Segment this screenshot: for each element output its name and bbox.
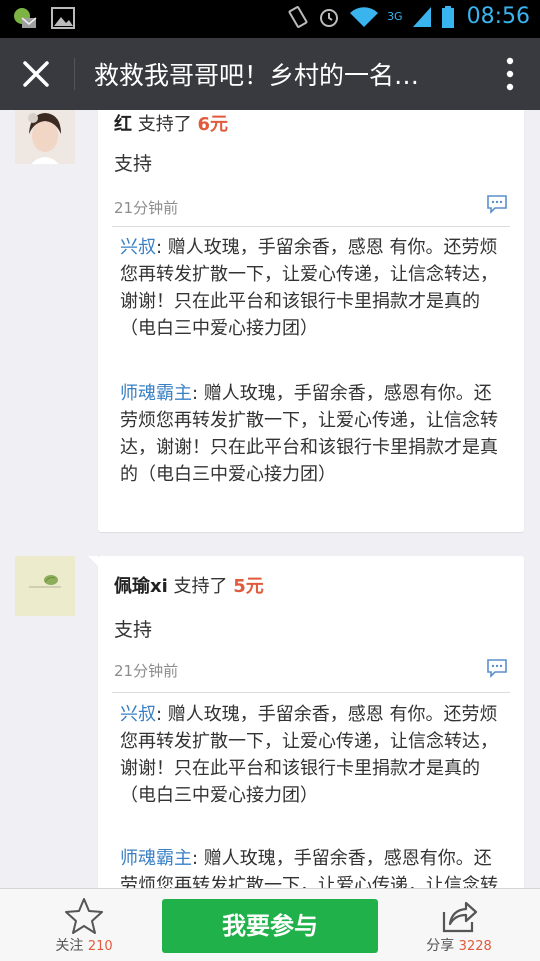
bottom-action-bar: 关注 210 我要参与 分享 3228	[0, 888, 540, 961]
reply-text: : 赠人玫瑰，手留余香，感恩 有你。还劳烦您再转发扩散一下，让爱心传递，让信念转…	[120, 237, 498, 339]
reply-item: 兴叔: 赠人玫瑰，手留余香，感恩 有你。还劳烦您再转发扩散一下，让爱心传递，让信…	[120, 701, 508, 809]
reply-divider	[112, 226, 510, 227]
support-action: 支持了	[167, 576, 234, 597]
alarm-icon	[320, 8, 339, 27]
donor-avatar[interactable]	[15, 556, 75, 616]
follow-button[interactable]: 关注 210	[44, 895, 124, 957]
donation-message: 支持	[114, 619, 153, 641]
comment-icon[interactable]	[486, 658, 508, 678]
follow-label: 关注 210	[44, 935, 124, 955]
wifi-icon	[350, 6, 379, 27]
join-button[interactable]: 我要参与	[162, 899, 378, 953]
comment-icon[interactable]	[486, 194, 508, 214]
donation-amount: 5元	[233, 576, 264, 597]
supporter-line: 佩瑜xi 支持了 5元	[114, 572, 264, 598]
share-label: 分享 3228	[416, 935, 502, 955]
reply-author[interactable]: 兴叔	[120, 704, 156, 725]
reply-item: 兴叔: 赠人玫瑰，手留余香，感恩 有你。还劳烦您再转发扩散一下，让爱心传递，让信…	[120, 234, 508, 342]
donation-amount: 6元	[197, 114, 228, 135]
reply-author[interactable]: 兴叔	[120, 237, 156, 258]
donor-name[interactable]: 佩瑜xi	[114, 576, 168, 597]
support-action: 支持了	[132, 114, 198, 135]
title-bar: 救救我哥哥吧！乡村的一名…	[0, 38, 540, 110]
clock: 08:56	[466, 4, 530, 29]
more-options-icon[interactable]	[502, 54, 518, 94]
share-text: 分享	[426, 938, 455, 954]
share-count: 3228	[458, 939, 492, 954]
reply-item: 师魂霸主: 赠人玫瑰，手留余香，感恩有你。还劳烦您再转发扩散一下，让爱心传递，让…	[120, 845, 508, 888]
reply-divider	[112, 692, 510, 693]
battery-icon	[441, 5, 454, 28]
donation-card: 红 支持了 6元 支持 21分钟前 兴叔: 赠人玫瑰，手留余香，感恩 有你。还劳…	[98, 110, 524, 532]
reply-author[interactable]: 师魂霸主	[120, 383, 192, 404]
follow-count: 210	[87, 939, 113, 954]
donation-feed[interactable]: 红 支持了 6元 支持 21分钟前 兴叔: 赠人玫瑰，手留余香，感恩 有你。还劳…	[0, 110, 540, 888]
card-notch	[88, 556, 98, 566]
follow-text: 关注	[55, 938, 84, 954]
share-button[interactable]: 分享 3228	[416, 895, 502, 957]
status-bar: 3G 08:56	[0, 0, 540, 38]
reply-text: : 赠人玫瑰，手留余香，感恩 有你。还劳烦您再转发扩散一下，让爱心传递，让信念转…	[120, 704, 498, 806]
donation-message: 支持	[114, 153, 153, 175]
signal-icon	[412, 6, 431, 27]
reply-author[interactable]: 师魂霸主	[120, 848, 192, 869]
supporter-line: 红 支持了 6元	[114, 110, 228, 136]
star-icon	[65, 898, 103, 934]
title-divider	[74, 58, 75, 90]
app-notification-icon	[14, 8, 37, 28]
donor-name[interactable]: 红	[114, 114, 132, 135]
time-ago: 21分钟前	[114, 199, 179, 217]
donation-card: 佩瑜xi 支持了 5元 支持 21分钟前 兴叔: 赠人玫瑰，手留余香，感恩 有你…	[88, 556, 524, 888]
share-icon	[442, 901, 478, 933]
reply-item: 师魂霸主: 赠人玫瑰，手留余香，感恩有你。还劳烦您再转发扩散一下，让爱心传递，让…	[120, 380, 508, 488]
network-type: 3G	[387, 10, 403, 23]
time-ago: 21分钟前	[114, 662, 179, 680]
vibrate-icon	[288, 5, 308, 28]
close-icon[interactable]	[14, 52, 58, 96]
page-title: 救救我哥哥吧！乡村的一名…	[94, 61, 420, 90]
image-notification-icon	[51, 7, 75, 29]
donor-avatar[interactable]	[15, 110, 75, 164]
